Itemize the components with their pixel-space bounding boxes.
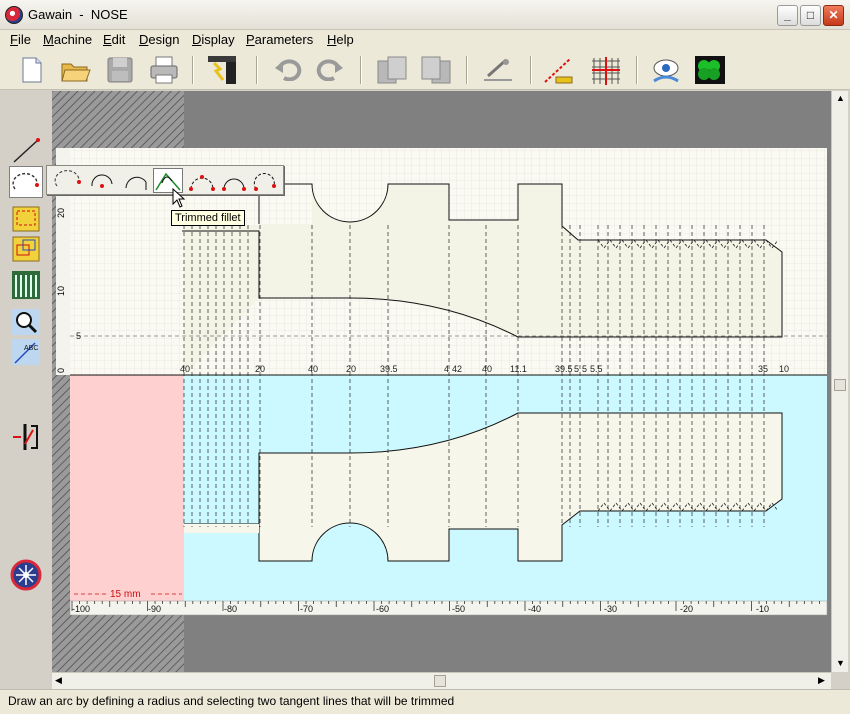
mouse-pointer-icon — [172, 187, 186, 211]
y-tick-10: 10 — [56, 286, 66, 296]
menu-file[interactable]: File — [10, 32, 31, 47]
arc-points-b-icon[interactable] — [219, 168, 249, 193]
x-tick-label: -100 — [72, 604, 90, 614]
window-title: Gawain - NOSE — [28, 7, 128, 22]
transform-icon[interactable] — [9, 233, 43, 265]
dim-label: 35 — [758, 364, 768, 374]
dim-label: 20 — [346, 364, 356, 374]
status-bar: Draw an arc by defining a radius and sel… — [0, 689, 850, 714]
zoom-icon[interactable] — [9, 306, 43, 338]
dim-label: 39.5 — [380, 364, 398, 374]
main-toolbar — [0, 50, 850, 90]
x-tick-label: -50 — [452, 604, 465, 614]
app-icon — [5, 6, 23, 24]
x-tick-label: -30 — [604, 604, 617, 614]
arc-points-c-icon[interactable] — [251, 168, 281, 193]
menu-parameters[interactable]: Parameters — [246, 32, 313, 47]
dim-label: 11.1 — [510, 364, 527, 374]
menu-display[interactable]: Display — [192, 32, 235, 47]
thread-tool-icon[interactable] — [9, 269, 43, 301]
rect-select-icon[interactable] — [9, 203, 43, 235]
y-tick-20: 20 — [56, 208, 66, 218]
minimize-button[interactable]: _ — [777, 5, 798, 26]
horizontal-scroll-thumb[interactable] — [434, 675, 446, 687]
scroll-up-icon[interactable]: ▲ — [836, 93, 845, 103]
open-folder-icon[interactable] — [60, 54, 92, 86]
y-tick-0: 0 — [56, 368, 66, 373]
dim-label: 40 — [482, 364, 492, 374]
view-eye-icon[interactable] — [650, 54, 682, 86]
line-tool-icon[interactable] — [9, 135, 43, 167]
chain-3d-icon[interactable] — [694, 54, 726, 86]
left-toolbar: ABC — [0, 91, 52, 688]
grid-icon[interactable] — [590, 54, 622, 86]
x-tick-label: -10 — [756, 604, 769, 614]
dim-label: 39.5 — [555, 364, 573, 374]
menu-machine[interactable]: Machine — [43, 32, 92, 47]
tool-path-icon[interactable] — [9, 421, 43, 453]
menu-bar: File Machine Edit Design Display Paramet… — [0, 30, 850, 50]
status-message: Draw an arc by defining a radius and sel… — [8, 694, 455, 708]
stock-dim-label: 15 mm — [110, 589, 141, 600]
copy-left-icon[interactable] — [376, 54, 408, 86]
new-document-icon[interactable] — [16, 54, 48, 86]
toolbar-separator — [466, 56, 468, 84]
dim-label: 5 — [574, 364, 579, 374]
menu-design[interactable]: Design — [139, 32, 179, 47]
undo-icon[interactable] — [272, 54, 304, 86]
holder-area — [70, 375, 184, 601]
dim-label: 5 — [582, 364, 587, 374]
redo-icon[interactable] — [314, 54, 346, 86]
dim-label: 40 — [308, 364, 318, 374]
scroll-left-icon[interactable]: ◀ — [55, 675, 62, 686]
y-dash-label: 5 — [76, 331, 81, 341]
title-bar: Gawain - NOSE _ □ ✕ — [0, 0, 850, 30]
x-tick-label: -80 — [224, 604, 237, 614]
svg-text:ABC: ABC — [24, 345, 38, 352]
vertical-scrollbar[interactable]: ▲ ▼ — [831, 91, 848, 672]
part-bottom-cap — [184, 524, 259, 533]
x-tick-label: -90 — [148, 604, 161, 614]
arc-center-icon[interactable] — [87, 168, 117, 193]
arc-points-a-icon[interactable] — [187, 168, 217, 193]
close-button[interactable]: ✕ — [823, 5, 844, 26]
scroll-down-icon[interactable]: ▼ — [836, 658, 845, 668]
dim-label: 5.5 — [590, 364, 603, 374]
help-star-icon[interactable] — [9, 559, 43, 591]
dim-label: 20 — [255, 364, 265, 374]
copy-right-icon[interactable] — [420, 54, 452, 86]
menu-help[interactable]: Help — [327, 32, 354, 47]
arc-tool-icon[interactable] — [9, 166, 43, 198]
measure-tool-icon[interactable] — [482, 54, 514, 86]
arc-3pt-icon[interactable] — [53, 168, 83, 193]
save-disk-icon[interactable] — [104, 54, 136, 86]
machine-tool-icon[interactable] — [206, 54, 238, 86]
x-tick-label: -70 — [300, 604, 313, 614]
dim-label: 40 — [180, 364, 190, 374]
toolbar-separator — [360, 56, 362, 84]
dim-label: 10 — [779, 364, 789, 374]
toolbar-separator — [256, 56, 258, 84]
toolbar-separator — [636, 56, 638, 84]
arc-tangent-icon[interactable] — [121, 168, 151, 193]
x-tick-label: -60 — [376, 604, 389, 614]
dim-label: 4 — [444, 364, 449, 374]
maximize-button[interactable]: □ — [800, 5, 821, 26]
print-icon[interactable] — [148, 54, 180, 86]
horizontal-scrollbar[interactable]: ◀ ▶ — [52, 672, 831, 689]
dimension-line-icon[interactable] — [542, 54, 574, 86]
toolbar-separator — [530, 56, 532, 84]
x-tick-label: -40 — [528, 604, 541, 614]
vertical-scroll-thumb[interactable] — [834, 379, 846, 391]
dim-label: 42 — [452, 364, 462, 374]
scroll-right-icon[interactable]: ▶ — [818, 675, 825, 686]
x-tick-label: -20 — [680, 604, 693, 614]
dimension-text-icon[interactable]: ABC — [9, 336, 43, 368]
tooltip: Trimmed fillet — [171, 210, 245, 226]
toolbar-separator — [192, 56, 194, 84]
menu-edit[interactable]: Edit — [103, 32, 125, 47]
arc-tool-flyout — [46, 165, 284, 195]
